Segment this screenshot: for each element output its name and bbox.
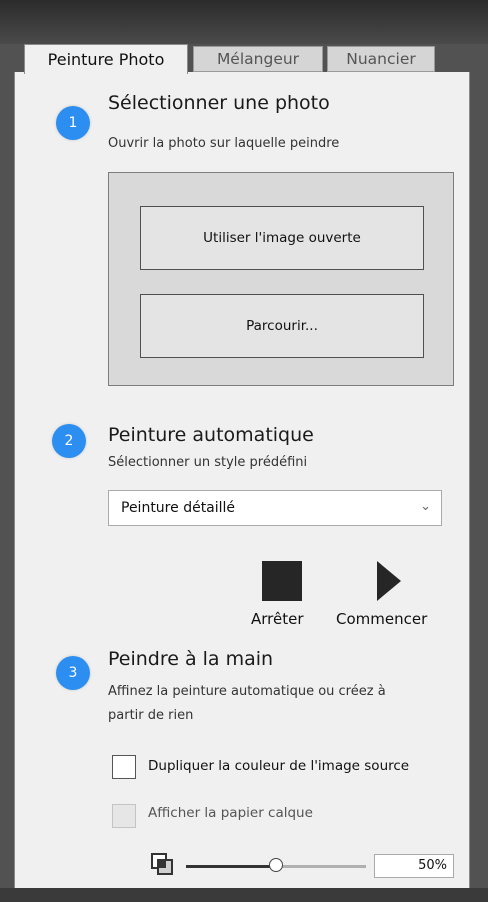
opacity-slider-fill (186, 865, 276, 868)
opacity-value-field[interactable]: 50% (374, 854, 454, 878)
show-tracing-paper-label[interactable]: Afficher la papier calque (148, 805, 313, 821)
step-2-badge: 2 (52, 424, 86, 458)
step-3-subtitle-line1: Affinez la peinture automatique ou créez… (108, 684, 386, 699)
duplicate-color-checkbox[interactable] (112, 755, 136, 779)
step-1-badge: 1 (56, 106, 90, 140)
play-icon[interactable] (377, 561, 401, 601)
tab-melangeur[interactable]: Mélangeur (193, 46, 323, 72)
bottom-frame (0, 888, 488, 902)
step-1-title: Sélectionner une photo (108, 92, 330, 114)
step-3-badge: 3 (56, 656, 90, 690)
chevron-down-icon: ⌄ (420, 499, 431, 514)
style-preset-select[interactable]: Peinture détaillé ⌄ (108, 490, 442, 526)
opacity-slider-thumb[interactable] (269, 858, 283, 872)
layers-icon (151, 853, 173, 875)
window-title-bar (0, 0, 488, 44)
step-2-title: Peinture automatique (108, 424, 314, 446)
stop-icon[interactable] (262, 561, 302, 601)
step-2-subtitle: Sélectionner un style prédéfini (108, 455, 308, 470)
style-preset-value: Peinture détaillé (121, 500, 236, 516)
step-3-subtitle-line2: partir de rien (108, 708, 194, 723)
use-open-image-button[interactable]: Utiliser l'image ouverte (140, 206, 424, 270)
browse-button[interactable]: Parcourir... (140, 294, 424, 358)
step-3-title: Peindre à la main (108, 648, 274, 670)
step-1-subtitle: Ouvrir la photo sur laquelle peindre (108, 136, 340, 151)
stop-label[interactable]: Arrêter (251, 610, 304, 628)
duplicate-color-label[interactable]: Dupliquer la couleur de l'image source (148, 758, 409, 774)
start-label[interactable]: Commencer (336, 610, 427, 628)
tab-peinture-photo[interactable]: Peinture Photo (24, 44, 188, 74)
show-tracing-paper-checkbox[interactable] (112, 804, 136, 828)
tab-nuancier[interactable]: Nuancier (327, 46, 435, 72)
